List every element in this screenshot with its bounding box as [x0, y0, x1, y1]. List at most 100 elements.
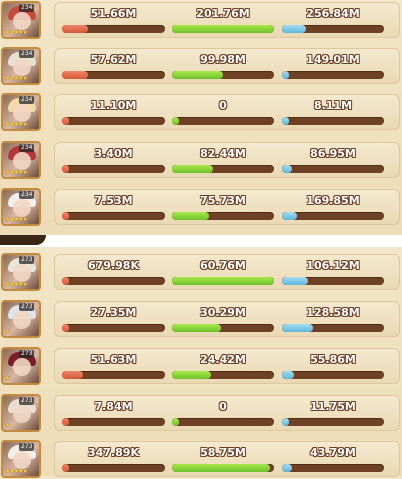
hero-stars: ★★★★★	[5, 29, 28, 36]
hero-portrait[interactable]: 273 ★	[1, 300, 41, 338]
damage-bar-fill	[62, 371, 83, 379]
damage-bar	[62, 71, 165, 79]
damage-taken-value: 43.79M	[310, 446, 356, 459]
damage-taken-bar	[282, 324, 384, 332]
healing-cell: 58.75M	[172, 439, 274, 479]
hero-portrait[interactable]: 234 ★★★★★	[1, 141, 41, 179]
damage-taken-bar	[282, 212, 384, 220]
damage-cell: 57.62M	[62, 46, 165, 86]
damage-bar	[62, 324, 165, 332]
hero-stars: ★★★★★	[5, 121, 28, 128]
damage-taken-bar-fill	[282, 117, 289, 125]
damage-taken-cell: 256.84M	[282, 0, 384, 40]
damage-taken-cell: 43.79M	[282, 439, 384, 479]
hero-level: 273	[19, 443, 35, 451]
hero-level: 234	[19, 96, 35, 104]
hero-stars: ★★★★★	[5, 75, 28, 82]
healing-bar-fill	[172, 277, 274, 285]
hero-level: 273	[19, 350, 35, 358]
damage-taken-bar-fill	[282, 418, 289, 426]
damage-taken-bar	[282, 71, 384, 79]
healing-value: 24.42M	[200, 353, 246, 366]
healing-cell: 201.76M	[172, 0, 274, 40]
hero-face	[13, 451, 31, 469]
healing-bar	[172, 464, 274, 472]
damage-bar	[62, 418, 165, 426]
hero-stat-row: 234 ★★★★★ 7.53M 75.73M 169.85M	[0, 187, 402, 227]
damage-taken-cell: 55.86M	[282, 346, 384, 386]
damage-taken-cell: 11.75M	[282, 393, 384, 433]
damage-taken-value: 11.75M	[310, 400, 356, 413]
healing-cell: 0	[172, 92, 274, 132]
hero-portrait[interactable]: 273 ★	[1, 394, 41, 432]
damage-taken-bar	[282, 277, 384, 285]
hero-portrait[interactable]: 234 ★★★★★	[1, 93, 41, 131]
healing-bar	[172, 71, 274, 79]
hero-face	[13, 58, 31, 76]
hero-stat-row: 273 ★ 27.35M 30.29M 128.58M	[0, 299, 402, 339]
damage-cell: 11.10M	[62, 92, 165, 132]
damage-taken-bar	[282, 165, 384, 173]
damage-taken-value: 169.85M	[306, 194, 360, 207]
healing-cell: 82.44M	[172, 140, 274, 180]
damage-taken-cell: 128.58M	[282, 299, 384, 339]
hero-level: 273	[19, 256, 35, 264]
damage-bar-fill	[62, 464, 69, 472]
hero-portrait[interactable]: 234 ★★★★★	[1, 188, 41, 226]
team-stats-panel-top: 234 ★★★★★ 51.66M 201.76M 256.84M 234 ★★★★★ 57.6…	[0, 0, 402, 235]
hero-face	[13, 264, 31, 282]
hero-face	[13, 104, 31, 122]
damage-value: 3.40M	[94, 147, 133, 160]
hero-stat-row: 273 ★★★★★ 347.89K 58.75M 43.79M	[0, 439, 402, 479]
damage-bar	[62, 212, 165, 220]
damage-cell: 7.84M	[62, 393, 165, 433]
damage-taken-bar-fill	[282, 71, 289, 79]
damage-cell: 3.40M	[62, 140, 165, 180]
damage-taken-value: 55.86M	[310, 353, 356, 366]
healing-bar-fill	[172, 117, 179, 125]
healing-cell: 0	[172, 393, 274, 433]
healing-cell: 60.76M	[172, 252, 274, 292]
damage-cell: 27.35M	[62, 299, 165, 339]
hero-portrait[interactable]: 234 ★★★★★	[1, 47, 41, 85]
healing-bar	[172, 117, 274, 125]
hero-portrait[interactable]: 273 ★★★★★	[1, 253, 41, 291]
damage-cell: 51.66M	[62, 0, 165, 40]
damage-taken-bar-fill	[282, 165, 293, 173]
damage-taken-value: 149.01M	[306, 53, 360, 66]
damage-taken-value: 128.58M	[306, 306, 360, 319]
healing-bar-fill	[172, 324, 221, 332]
healing-bar-fill	[172, 71, 223, 79]
damage-value: 347.89K	[88, 446, 139, 459]
hero-portrait[interactable]: 273 ★★★★★	[1, 440, 41, 478]
damage-bar	[62, 165, 165, 173]
healing-value: 99.98M	[200, 53, 246, 66]
healing-bar	[172, 324, 274, 332]
damage-bar	[62, 464, 165, 472]
damage-taken-bar	[282, 464, 384, 472]
hero-stars: ★	[5, 328, 10, 335]
healing-value: 0	[219, 99, 227, 112]
healing-value: 201.76M	[196, 7, 250, 20]
hero-portrait[interactable]: 234 ★★★★★	[1, 1, 41, 39]
damage-taken-cell: 86.95M	[282, 140, 384, 180]
damage-cell: 347.89K	[62, 439, 165, 479]
damage-bar-fill	[62, 71, 88, 79]
damage-taken-bar	[282, 117, 384, 125]
hero-stars: ★	[5, 422, 10, 429]
healing-value: 0	[219, 400, 227, 413]
hero-face	[13, 152, 31, 170]
healing-bar-fill	[172, 212, 209, 220]
hero-portrait[interactable]: 273 ★	[1, 347, 41, 385]
healing-cell: 75.73M	[172, 187, 274, 227]
hero-face	[13, 12, 31, 30]
damage-value: 679.98K	[88, 259, 139, 272]
hero-stat-row: 273 ★★★★★ 679.98K 60.76M 106.12M	[0, 252, 402, 292]
healing-value: 58.75M	[200, 446, 246, 459]
damage-taken-bar	[282, 418, 384, 426]
damage-taken-value: 8.11M	[313, 99, 353, 112]
hero-stars: ★★★★★	[5, 468, 28, 475]
hero-stat-row: 234 ★★★★★ 3.40M 82.44M 86.95M	[0, 140, 402, 180]
damage-taken-bar	[282, 25, 384, 33]
damage-value: 7.84M	[94, 400, 133, 413]
